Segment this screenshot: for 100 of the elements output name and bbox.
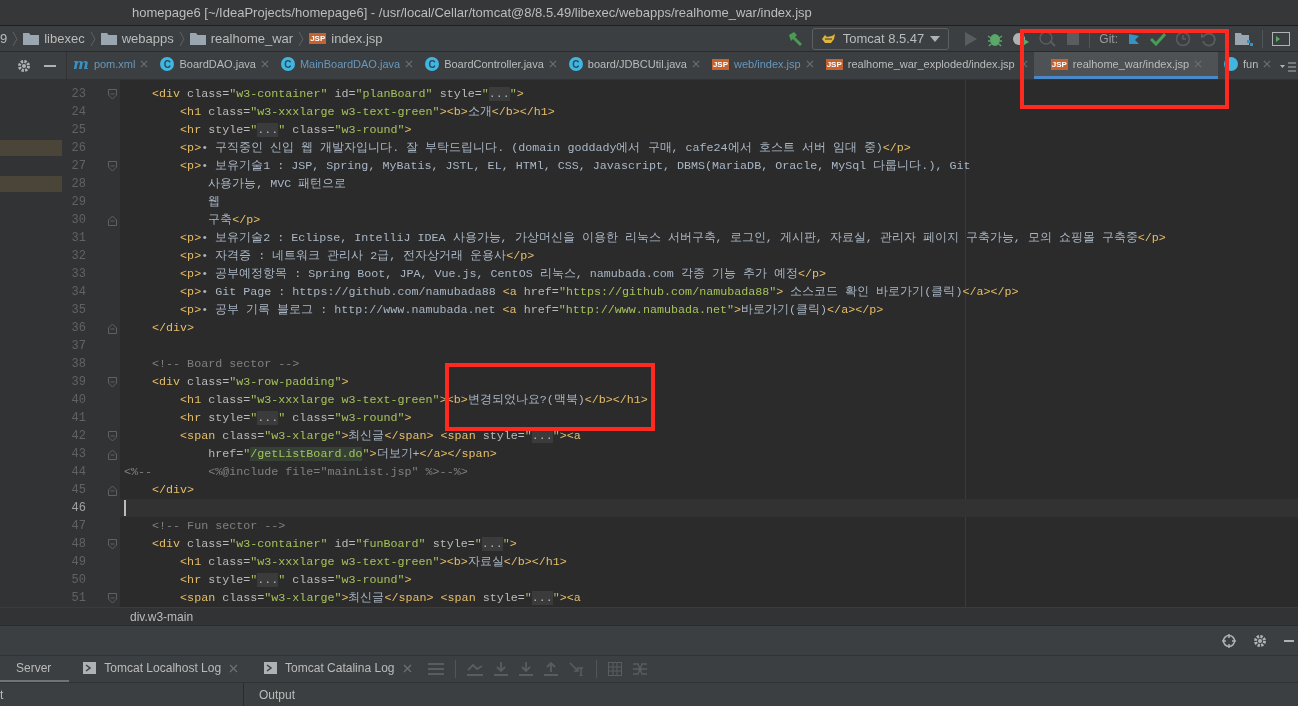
console-icon <box>264 662 278 674</box>
fold-marker-icon[interactable] <box>108 322 117 334</box>
editor-tab[interactable]: JSP web/index.jsp <box>705 52 820 79</box>
editor-tab[interactable]: C MainBoardDAO.java <box>274 52 420 79</box>
close-icon[interactable] <box>229 663 239 673</box>
code-line: 사용가능, MVC 패턴으로 <box>207 177 347 191</box>
vcs-label: Git: <box>1099 31 1118 46</box>
clock-icon[interactable] <box>1175 30 1191 47</box>
code-line: <p>• 보유기술2 : Eclipse, IntelliJ IDEA 사용가능, 가상머신을 이용한 리눅스 서버구축, 로그인, 게시판, 자료실, 관리자 페이지 구축가능, 모의 쇼핑몰 구축중</p> <box>179 231 1166 245</box>
structure-breadcrumb[interactable]: div.w3-main <box>130 609 194 624</box>
code-line: <div class="w3-container" id="planBoard" style="..."> <box>151 87 524 101</box>
fold-marker-icon[interactable] <box>108 448 117 460</box>
jsp-file-icon: JSP <box>825 58 843 70</box>
panel-header: Output <box>259 687 296 702</box>
breadcrumb-item[interactable]: realhome_war <box>210 31 294 46</box>
fold-marker-icon[interactable] <box>108 88 117 100</box>
fold-marker-icon[interactable] <box>108 214 117 226</box>
revert-icon[interactable] <box>1200 30 1216 47</box>
folder-icon <box>189 32 206 45</box>
diff-icon[interactable] <box>632 662 647 676</box>
close-icon[interactable] <box>140 60 149 68</box>
fold-marker-icon[interactable] <box>108 160 117 172</box>
editor-tab[interactable]: fun <box>1218 52 1278 79</box>
download-icon[interactable] <box>493 662 508 676</box>
close-icon[interactable] <box>548 60 557 68</box>
chevron-icon <box>178 30 185 47</box>
code-line: <!-- Fun sector --> <box>151 519 286 533</box>
console-icon <box>83 662 97 674</box>
upload-icon[interactable] <box>543 662 558 676</box>
fold-marker-icon[interactable] <box>108 484 117 496</box>
code-line: <p>• 자격증 : 네트워크 관리사 2급, 전자상거래 운용사</p> <box>179 249 535 263</box>
tab-list-icon[interactable] <box>1280 62 1296 72</box>
line-number: 46 <box>70 500 86 517</box>
download-icon[interactable] <box>518 662 533 676</box>
fold-marker-icon[interactable] <box>108 430 117 442</box>
editor-tab[interactable]: m pom.xml <box>67 52 155 79</box>
run-configuration-dropdown[interactable]: Tomcat 8.5.47 <box>811 27 950 50</box>
code-line: 구축</p> <box>207 213 261 227</box>
code-line: <span class="w3-xlarge">최신글</span> <span style="..."><a <box>179 591 581 605</box>
editor-tab[interactable]: JSP realhome_war/index.jsp <box>1033 52 1219 79</box>
update-arrow-icon[interactable] <box>1127 31 1141 46</box>
jsp-file-icon: JSP <box>711 58 729 70</box>
code-line: <hr style="..." class="w3-round"> <box>179 411 412 425</box>
breadcrumb-item[interactable]: libexec <box>44 31 85 46</box>
tool-window-tab[interactable]: Tomcat Catalina Log <box>250 656 424 682</box>
close-icon[interactable] <box>402 663 412 673</box>
chevron-icon <box>12 30 19 47</box>
caret-icon <box>930 35 941 42</box>
chevron-icon <box>298 30 305 47</box>
class-icon: C <box>160 57 175 71</box>
arrow-cursor-icon[interactable] <box>568 662 585 676</box>
scroll-up-icon[interactable] <box>466 662 483 676</box>
close-icon[interactable] <box>805 60 814 68</box>
fold-marker-icon[interactable] <box>108 376 117 388</box>
code-line: <hr style="..." class="w3-round"> <box>179 123 412 137</box>
breadcrumb-item[interactable]: webapps <box>121 31 174 46</box>
class-icon: C <box>280 57 295 71</box>
checkmark-icon[interactable] <box>1150 31 1166 46</box>
crosshair-icon[interactable] <box>1222 633 1236 648</box>
close-icon[interactable] <box>691 60 700 68</box>
code-line: <%-- <%@include file="mainList.jsp" %>--%> <box>124 465 468 479</box>
window-title: homepage6 [~/IdeaProjects/homepage6] - /usr/local/Cellar/tomcat@8/8.5.49/libexec/webapps/realhome_war/index.jsp <box>132 5 812 20</box>
project-structure-icon[interactable] <box>1235 30 1253 47</box>
tool-window-tab[interactable]: Tomcat Localhost Log <box>69 656 251 682</box>
code-line: <div class="w3-row-padding"> <box>151 375 349 389</box>
class-icon: C <box>425 57 440 71</box>
terminal-icon[interactable] <box>1272 31 1290 46</box>
close-icon[interactable] <box>1263 60 1272 68</box>
folder-icon <box>100 32 117 45</box>
editor-tab[interactable]: C board/JDBCUtil.java <box>562 52 706 79</box>
code-line: <!-- Board sector --> <box>151 357 300 371</box>
chevron-icon <box>89 30 96 47</box>
close-icon[interactable] <box>260 60 269 68</box>
breadcrumb-item[interactable]: index.jsp <box>331 31 383 46</box>
code-line: </div> <box>151 321 195 335</box>
fold-marker-icon[interactable] <box>108 592 117 604</box>
text-cursor <box>124 500 126 516</box>
fold-marker-icon[interactable] <box>108 538 117 550</box>
close-icon[interactable] <box>405 60 414 68</box>
table-icon[interactable] <box>607 662 622 676</box>
code-line: <h1 class="w3-xxxlarge w3-text-green"><b>자료실</b></h1> <box>179 555 567 569</box>
code-line: <p>• 구직중인 신입 웹 개발자입니다. 잘 부탁드립니다. (domain goddady에서 구매, cafe24에서 호스트 서버 임대 중)</p> <box>179 141 911 155</box>
close-icon[interactable] <box>1194 60 1203 68</box>
editor-tab[interactable]: C BoardController.java <box>419 52 563 79</box>
minimize-icon[interactable] <box>1284 639 1294 642</box>
maven-icon: m <box>73 57 89 71</box>
code-line: href="/getListBoard.do">더보기+</a></span> <box>207 447 497 461</box>
coverage-icon[interactable] <box>1012 30 1031 47</box>
editor-tab[interactable]: JSP realhome_war_exploded/index.jsp <box>819 52 1034 79</box>
breadcrumb-item[interactable]: 9 <box>0 31 8 46</box>
wrap-lines-icon[interactable] <box>427 663 444 675</box>
settings-icon[interactable] <box>17 59 31 73</box>
code-line: </div> <box>151 483 195 497</box>
settings-icon[interactable] <box>1253 633 1267 648</box>
jsp-file-icon: JSP <box>1050 58 1068 70</box>
panel-header: t <box>0 687 4 702</box>
hammer-icon[interactable] <box>786 30 803 47</box>
code-line: <p>• 공부예정항목 : Spring Boot, JPA, Vue.js, CentOS 리눅스, namubada.com 각종 기능 추가 예정</p> <box>179 267 826 281</box>
jsp-file-icon: JSP <box>309 33 327 44</box>
editor-tab[interactable]: C BoardDAO.java <box>154 52 275 79</box>
